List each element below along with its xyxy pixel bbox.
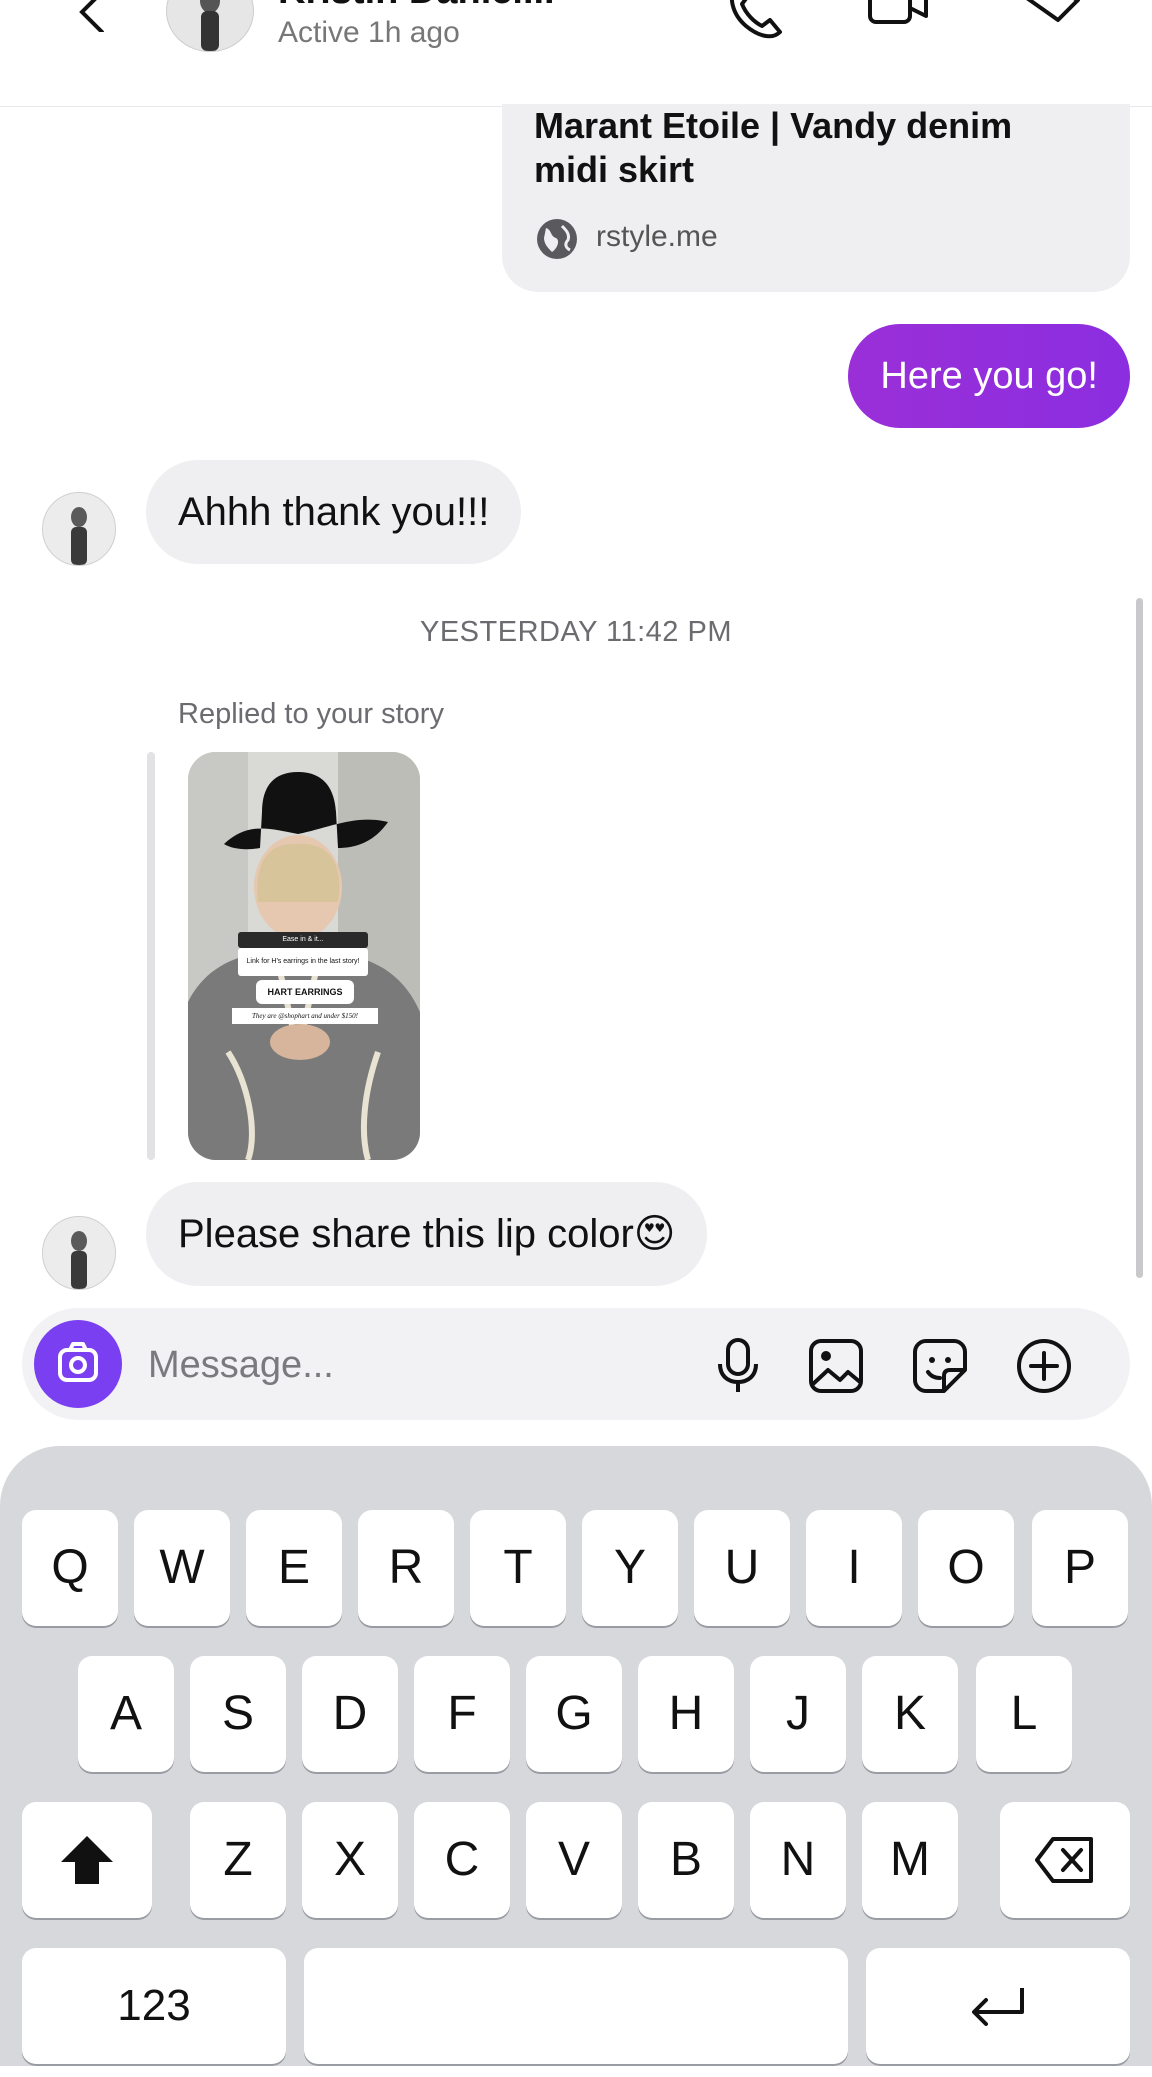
sticker-icon[interactable] [912,1338,968,1394]
onscreen-keyboard: Q W E R T Y U I O P A S D F G H J K L Z … [0,1446,1152,2066]
incoming-message-bubble[interactable]: Ahhh thank you!!! [146,460,522,564]
key-f[interactable]: F [414,1656,510,1772]
key-c[interactable]: C [414,1802,510,1918]
video-call-icon[interactable] [868,0,930,42]
key-z[interactable]: Z [190,1802,286,1918]
scrollbar[interactable] [1136,598,1143,1278]
return-key[interactable] [866,1948,1130,2064]
key-g[interactable]: G [526,1656,622,1772]
backspace-key[interactable] [1000,1802,1130,1918]
reply-indicator-bar [147,752,155,1160]
key-y[interactable]: Y [582,1510,678,1626]
story-question-header: Ease in & it... [238,932,368,948]
key-e[interactable]: E [246,1510,342,1626]
key-w[interactable]: W [134,1510,230,1626]
key-x[interactable]: X [302,1802,398,1918]
message-timestamp: YESTERDAY 11:42 PM [419,616,732,648]
key-i[interactable]: I [806,1510,902,1626]
gallery-icon[interactable] [808,1338,864,1394]
key-q[interactable]: Q [22,1510,118,1626]
numbers-key[interactable]: 123 [22,1948,286,2064]
globe-icon [537,219,577,259]
message-input[interactable] [146,1334,670,1396]
outgoing-message-bubble[interactable]: Here you go! [848,324,1130,428]
shared-link-card[interactable]: Marant Etoile | Vandy denim midi skirt r… [502,104,1130,292]
tag-icon[interactable] [1020,0,1082,42]
sender-avatar[interactable] [42,1216,116,1290]
key-l[interactable]: L [976,1656,1072,1772]
story-link-sticker: HART EARRINGS [256,980,354,1004]
key-h[interactable]: H [638,1656,734,1772]
key-d[interactable]: D [302,1656,398,1772]
microphone-icon[interactable] [710,1338,766,1394]
key-v[interactable]: V [526,1802,622,1918]
contact-avatar[interactable] [166,0,254,52]
add-icon[interactable] [1016,1338,1072,1394]
key-b[interactable]: B [638,1802,734,1918]
shift-key[interactable] [22,1802,152,1918]
camera-icon [58,1342,98,1382]
phone-call-icon[interactable] [722,0,784,42]
back-arrow-icon[interactable] [74,0,110,32]
story-caption: They are @shophart and under $150! [232,1008,378,1024]
contact-status: Active 1h ago [278,16,460,49]
key-o[interactable]: O [918,1510,1014,1626]
incoming-message-bubble[interactable]: Please share this lip color😍 [146,1182,708,1286]
key-p[interactable]: P [1032,1510,1128,1626]
sender-avatar[interactable] [42,492,116,566]
key-t[interactable]: T [470,1510,566,1626]
link-title: Marant Etoile | Vandy denim midi skirt [534,105,1013,190]
space-key[interactable] [304,1948,848,2064]
key-s[interactable]: S [190,1656,286,1772]
key-m[interactable]: M [862,1802,958,1918]
story-thumbnail[interactable]: Ease in & it... Link for H's earrings in… [188,752,420,1160]
message-composer [22,1308,1130,1420]
key-u[interactable]: U [694,1510,790,1626]
shift-arrow-icon [61,1836,113,1884]
story-question-text: Link for H's earrings in the last story! [238,948,368,976]
key-a[interactable]: A [78,1656,174,1772]
story-reply-label: Replied to your story [178,698,444,730]
link-domain: rstyle.me [596,220,718,253]
backspace-icon [1035,1837,1093,1883]
contact-name[interactable]: Kristin Daniel... [278,0,555,13]
camera-button[interactable] [34,1320,122,1408]
chat-header: Kristin Daniel... Active 1h ago [0,0,1152,107]
key-j[interactable]: J [750,1656,846,1772]
key-n[interactable]: N [750,1802,846,1918]
key-k[interactable]: K [862,1656,958,1772]
return-arrow-icon [972,1988,1024,2026]
key-r[interactable]: R [358,1510,454,1626]
